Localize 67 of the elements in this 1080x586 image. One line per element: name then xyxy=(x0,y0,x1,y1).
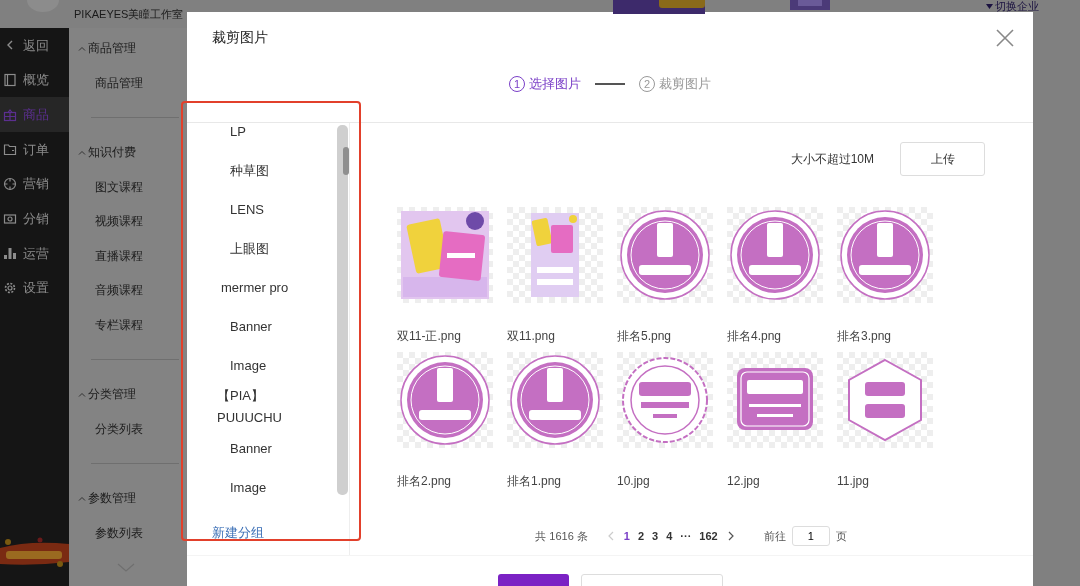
subnav-item[interactable]: 参数列表 xyxy=(95,523,143,542)
file-name: 排名3.png xyxy=(837,328,893,345)
total-count: 共 1616 条 xyxy=(535,528,588,544)
gift-icon xyxy=(3,107,17,122)
caret-icon[interactable] xyxy=(78,45,86,51)
group-item[interactable]: Image xyxy=(230,477,267,498)
subnav-item[interactable]: 视频课程 xyxy=(95,212,143,231)
section-title: 分类管理 xyxy=(88,386,136,404)
file-name: 10.jpg xyxy=(617,473,651,490)
page-button[interactable]: 1 xyxy=(619,526,634,546)
group-item[interactable]: PUUUCHU xyxy=(217,407,349,429)
page-button[interactable]: ··· xyxy=(676,526,696,546)
switch-company-link[interactable]: 切换企业 xyxy=(986,0,1041,12)
caret-icon[interactable] xyxy=(78,495,86,501)
group-item[interactable]: 种草图 xyxy=(230,160,269,181)
page-input[interactable]: 1 xyxy=(791,526,830,546)
photo-card-icon xyxy=(3,211,17,226)
file-name: 排名5.png xyxy=(617,328,673,345)
step-indicator: 1 选择图片 xyxy=(509,74,581,94)
subnav-item[interactable]: 音频课程 xyxy=(95,281,143,300)
file-name: 12.jpg xyxy=(727,473,761,490)
page-button[interactable]: 4 xyxy=(662,526,677,546)
settings-icon xyxy=(3,281,17,296)
file-name: 排名4.png xyxy=(727,328,783,345)
file-name: 11.jpg xyxy=(837,473,870,490)
group-item[interactable]: mermer pro xyxy=(221,277,289,298)
shop-name: PIKAEYES美瞳工作室 xyxy=(74,7,184,22)
group-item[interactable]: Banner xyxy=(230,316,272,337)
page-button[interactable]: 162 xyxy=(695,526,722,546)
upload-button[interactable]: 上传 xyxy=(900,142,985,176)
group-item[interactable]: Image xyxy=(230,355,267,376)
chevron-left-icon xyxy=(607,531,614,541)
crosshair-icon xyxy=(3,177,17,192)
step-indicator: 2 裁剪图片 xyxy=(639,74,711,94)
group-item[interactable]: 上眼图 xyxy=(230,238,269,259)
section-title: 知识付费 xyxy=(88,144,136,162)
subnav-item[interactable]: 图文课程 xyxy=(95,177,143,196)
file-name: 双11.png xyxy=(507,328,556,345)
file-name: 排名1.png xyxy=(507,473,563,490)
page-button[interactable]: 3 xyxy=(648,526,663,546)
page-button[interactable]: 2 xyxy=(634,526,649,546)
subnav-item[interactable]: 分类列表 xyxy=(95,419,143,438)
notebook-icon xyxy=(3,73,17,88)
chevron-right-icon xyxy=(727,531,734,541)
new-group-link[interactable]: 新建分组 xyxy=(212,523,349,543)
close-icon xyxy=(995,28,1015,48)
section-title: 参数管理 xyxy=(88,490,136,508)
goto-label: 前往 xyxy=(763,528,786,544)
file-name: 排名2.png xyxy=(397,473,453,490)
group-item[interactable]: LP xyxy=(230,123,246,142)
folder-icon xyxy=(3,142,17,157)
bar-chart-icon xyxy=(3,246,17,261)
group-item[interactable]: Banner xyxy=(230,438,272,459)
subnav-item[interactable]: 专栏课程 xyxy=(95,315,143,334)
subnav-item[interactable]: 直播课程 xyxy=(95,246,143,265)
caret-icon[interactable] xyxy=(78,391,86,397)
section-title: 商品管理 xyxy=(88,40,136,58)
modal-title: 裁剪图片 xyxy=(212,28,268,47)
close-button[interactable] xyxy=(995,28,1015,48)
caret-icon[interactable] xyxy=(78,149,86,155)
upload-hint: 大小不超过10M xyxy=(790,151,874,168)
file-name: 双11-正.png xyxy=(397,328,462,345)
scrollbar[interactable] xyxy=(337,125,348,495)
subnav-item[interactable]: 商品管理 xyxy=(95,73,143,92)
group-item[interactable]: 【PIA】 xyxy=(217,385,349,407)
group-item[interactable]: LENS xyxy=(230,199,264,220)
page-suffix: 页 xyxy=(835,528,847,544)
